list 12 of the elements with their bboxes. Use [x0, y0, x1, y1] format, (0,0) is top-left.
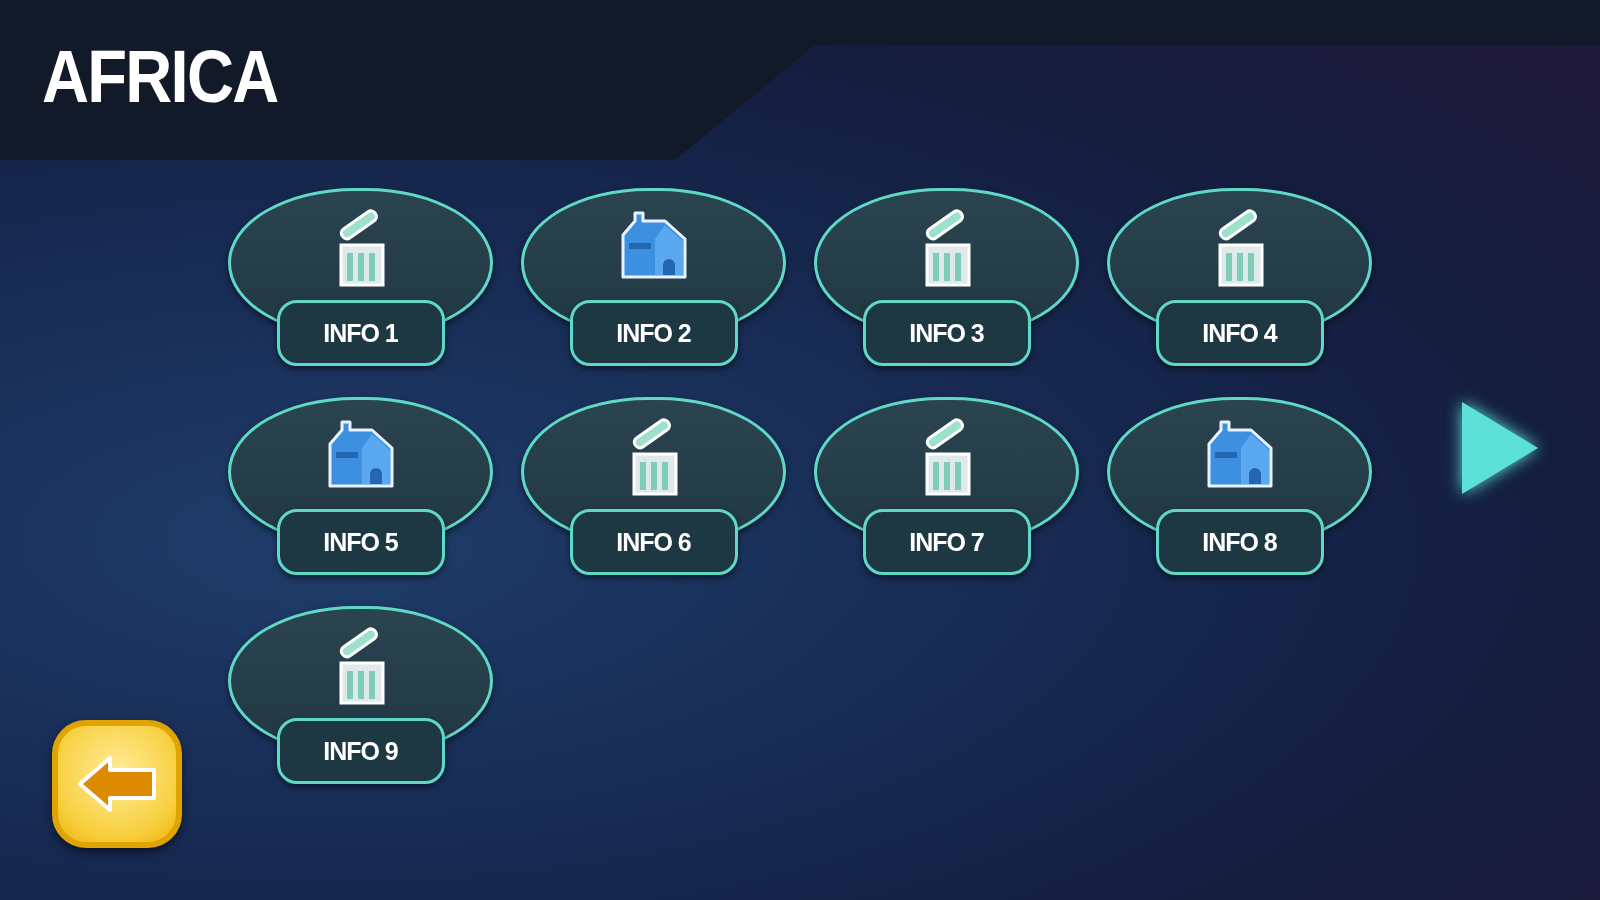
arrow-left-icon: [76, 754, 158, 814]
info-button[interactable]: INFO 1: [276, 300, 445, 366]
info-button[interactable]: INFO 7: [862, 509, 1031, 575]
info-button[interactable]: INFO 4: [1155, 300, 1324, 366]
info-button[interactable]: INFO 3: [862, 300, 1031, 366]
info-button[interactable]: INFO 9: [276, 718, 445, 784]
info-button[interactable]: INFO 8: [1155, 509, 1324, 575]
info-button[interactable]: INFO 6: [569, 509, 738, 575]
info-button[interactable]: INFO 2: [569, 300, 738, 366]
page-title: AFRICA: [42, 40, 278, 114]
info-button[interactable]: INFO 5: [276, 509, 445, 575]
back-button[interactable]: [52, 720, 182, 848]
